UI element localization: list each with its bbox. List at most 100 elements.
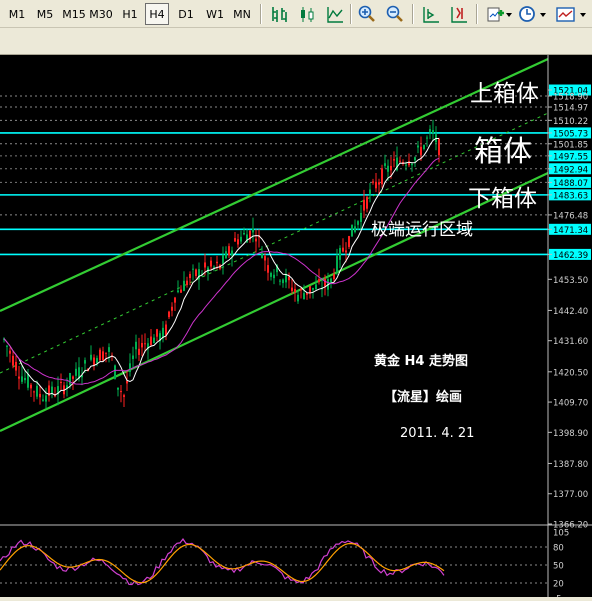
candle-body [12, 355, 14, 366]
price-tick-label: 1442.40 [553, 307, 588, 317]
oscillator-tick-label: 105 [553, 529, 569, 539]
templates-dropdown-icon[interactable] [580, 13, 586, 17]
lower-channel-line [0, 172, 549, 432]
candle-body [300, 288, 302, 291]
candle-body [192, 268, 194, 270]
candle-body [144, 343, 146, 345]
timeframe-m1-button[interactable]: M1 [4, 3, 30, 25]
toolbar-separator [476, 4, 478, 24]
candle-body [102, 351, 104, 361]
candle-body [423, 145, 425, 150]
candle-body [195, 269, 197, 277]
candle-body [339, 247, 341, 260]
line-chart-icon[interactable] [324, 3, 346, 25]
candle-body [426, 137, 428, 139]
price-tick-label: 1453.50 [553, 276, 588, 286]
candle-body [324, 278, 326, 287]
candle-body [267, 265, 269, 273]
candle-body [243, 233, 245, 235]
lower-box-label: 下箱体 [468, 186, 537, 212]
candle-body [180, 289, 182, 293]
timeframe-h1-button[interactable]: H1 [118, 3, 142, 25]
price-tick-label: 1431.60 [553, 337, 588, 347]
candle-body [27, 374, 29, 388]
timeframe-mn-button[interactable]: MN [230, 3, 254, 25]
candle-body [336, 255, 338, 273]
candle-body [234, 238, 236, 242]
candle-body [438, 138, 440, 156]
zoom-in-icon[interactable] [356, 3, 378, 25]
candle-body [174, 297, 176, 303]
candle-body [351, 224, 353, 237]
timeframe-h4-button[interactable]: H4 [145, 3, 169, 25]
candle-body [132, 355, 134, 359]
candle-body [96, 358, 98, 363]
timeframe-m15-button[interactable]: M15 [61, 3, 87, 25]
candle-body [84, 360, 86, 364]
autoscroll-icon[interactable] [448, 3, 470, 25]
chart-shift-icon[interactable] [420, 3, 442, 25]
price-tick-label: 1505.73 [553, 129, 588, 139]
price-chart[interactable]: 1521.04 1518.90 1514.97 1510.22 1505.73 1501.… [0, 55, 592, 601]
candle-body [228, 246, 230, 256]
candle-body [432, 130, 434, 134]
candlestick-chart-icon[interactable] [296, 3, 318, 25]
timeframe-m5-button[interactable]: M5 [32, 3, 58, 25]
timeframe-d1-button[interactable]: D1 [174, 3, 198, 25]
add-indicator-icon[interactable] [484, 3, 506, 25]
candle-body [429, 129, 431, 132]
price-tick-label: 1492.94 [553, 165, 588, 175]
candle-body [297, 294, 299, 302]
candle-body [240, 236, 242, 242]
timeframe-w1-button[interactable]: W1 [203, 3, 227, 25]
candle-body [216, 261, 218, 264]
candle-body [39, 393, 41, 398]
oscillator-tick-label: 50 [553, 562, 564, 572]
timeframe-m30-button[interactable]: M30 [88, 3, 114, 25]
candle-body [420, 146, 422, 155]
drawing-toolbar: FFFFFFFFF [0, 28, 592, 79]
slow-moving-average-line [3, 157, 440, 385]
price-tick-label: 1483.63 [553, 191, 588, 201]
indicator-dropdown-icon[interactable] [506, 13, 512, 17]
candle-body [15, 361, 17, 371]
candle-body [294, 288, 296, 293]
candle-body [105, 352, 107, 354]
templates-icon[interactable] [554, 3, 576, 25]
box-label: 箱体 [474, 134, 532, 168]
candle-body [375, 181, 377, 189]
price-tick-label: 1497.55 [553, 152, 588, 162]
clock-periods-icon[interactable] [516, 3, 538, 25]
candle-body [312, 287, 314, 290]
candle-body [345, 250, 347, 253]
candle-body [117, 387, 119, 390]
extreme-zone-label: 极端运行区域 [371, 220, 473, 240]
price-tick-label: 1471.34 [553, 226, 588, 236]
candle-body [138, 348, 140, 355]
candle-body [210, 260, 212, 267]
candle-body [309, 286, 311, 293]
candle-body [291, 287, 293, 292]
candle-body [393, 159, 395, 161]
bar-chart-icon[interactable] [268, 3, 290, 25]
periods-dropdown-icon[interactable] [540, 13, 546, 17]
author-label: 【流星】绘画 [384, 389, 462, 405]
candle-body [384, 163, 386, 166]
price-tick-label: 1462.39 [553, 251, 588, 261]
candle-body [141, 342, 143, 348]
candle-body [348, 236, 350, 247]
candle-body [72, 376, 74, 379]
zoom-out-icon[interactable] [384, 3, 406, 25]
candle-body [378, 182, 380, 185]
candle-body [45, 395, 47, 402]
candle-body [168, 311, 170, 318]
candle-body [153, 337, 155, 344]
candle-body [405, 164, 407, 166]
timeframe-toolbar: M1 M5 M15 M30 H1 H4 D1 W1 MN [0, 0, 592, 28]
candle-body [366, 197, 368, 209]
candle-body [93, 357, 95, 365]
candle-body [114, 365, 116, 379]
candle-body [387, 165, 389, 172]
candle-body [24, 377, 26, 381]
candle-body [120, 391, 122, 393]
